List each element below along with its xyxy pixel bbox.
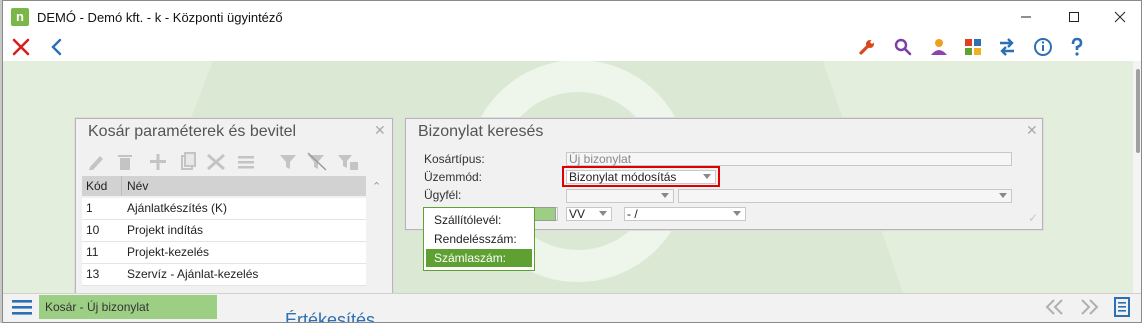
apps-grid-icon [965, 39, 981, 55]
chevron-down-icon [703, 174, 711, 179]
list-icon[interactable] [238, 156, 254, 169]
table-row[interactable]: 13 Szervíz - Ajánlat-kezelés [82, 264, 366, 286]
grid-scroll-up-icon[interactable]: ⌃ [372, 180, 381, 193]
row-code: 1 [86, 201, 93, 215]
workspace: Kosár paraméterek és bevitel ✕ Kód Név ⌃… [3, 61, 1133, 293]
basket-toolbar [88, 151, 368, 171]
clear-filter-icon[interactable] [307, 152, 327, 171]
close-button[interactable] [9, 35, 33, 59]
mode-select-value: Bizonylat módosítás [569, 170, 677, 184]
window-close-icon [1114, 11, 1126, 23]
apps-button[interactable] [961, 35, 985, 59]
number-type-dropdown: Szállítólevél: Rendelésszám: Számlaszám: [423, 207, 535, 271]
chevron-down-icon [733, 211, 741, 216]
app-logo: n [11, 8, 29, 26]
row-code: 10 [86, 223, 100, 237]
maximize-icon [1069, 12, 1079, 22]
column-code-header[interactable]: Kód [86, 179, 107, 193]
filter-icon[interactable] [280, 155, 296, 169]
search-panel-close-button[interactable]: ✕ [1026, 122, 1038, 139]
basket-panel: Kosár paraméterek és bevitel ✕ Kód Név ⌃… [75, 118, 393, 293]
toolbar [3, 33, 1141, 61]
basket-type-label: Kosártípus: [424, 152, 485, 166]
help-button[interactable] [1065, 35, 1089, 59]
period-select[interactable]: - / [624, 207, 746, 221]
close-icon [12, 38, 30, 56]
app-window: n DEMÓ - Demó kft. - k - Központi ügyint… [2, 0, 1142, 323]
year-select[interactable]: VV [566, 207, 612, 221]
window-title: DEMÓ - Demó kft. - k - Központi ügyintéz… [37, 9, 283, 25]
mode-label: Üzemmód: [424, 170, 483, 184]
back-button[interactable] [45, 35, 69, 59]
column-name-header[interactable]: Név [127, 179, 148, 193]
nav-last-button[interactable] [1077, 297, 1101, 322]
edit-icon[interactable] [89, 156, 103, 170]
scrollbar-thumb[interactable] [1136, 69, 1140, 153]
chevron-down-icon [661, 193, 669, 198]
status-bar: Kosár - Új bizonylat Értékesítés [3, 293, 1141, 323]
window-close-button[interactable] [1097, 1, 1141, 33]
row-name: Projekt indítás [127, 223, 204, 237]
table-row[interactable]: 1 Ajánlatkészítés (K) [82, 198, 366, 220]
document-icon [1114, 297, 1130, 317]
dropdown-option-invoice-number[interactable]: Számlaszám: [426, 249, 532, 267]
document-button[interactable] [1113, 297, 1131, 322]
delete-icon[interactable] [118, 155, 132, 170]
year-select-value: VV [569, 207, 586, 221]
search-button[interactable] [891, 35, 915, 59]
chevron-down-icon [999, 193, 1007, 198]
info-button[interactable] [1031, 35, 1055, 59]
menu-button[interactable] [11, 297, 33, 317]
minimize-icon [1021, 16, 1031, 18]
search-icon [894, 38, 912, 56]
chevron-down-icon [599, 211, 607, 216]
maximize-button[interactable] [1051, 1, 1097, 33]
back-icon [51, 38, 62, 56]
hamburger-menu-icon [12, 300, 32, 315]
filter-settings-icon[interactable] [338, 155, 358, 170]
copy-icon[interactable] [181, 152, 196, 170]
row-code: 13 [86, 267, 100, 281]
basket-panel-title: Kosár paraméterek és bevitel [88, 123, 297, 140]
settings-button[interactable] [855, 35, 879, 59]
wrench-icon [859, 40, 874, 55]
double-chevron-left-icon [1045, 299, 1063, 315]
basket-status-tab[interactable]: Kosár - Új bizonylat [39, 295, 217, 319]
info-icon [1034, 38, 1052, 56]
vertical-scrollbar[interactable] [1133, 61, 1141, 293]
table-row[interactable]: 11 Projekt-kezelés [82, 242, 366, 264]
background-section-title: Értékesítés [285, 310, 376, 323]
nav-first-button[interactable] [1043, 297, 1067, 322]
minimize-button[interactable] [1003, 1, 1049, 33]
basket-grid-header: Kód Név [82, 176, 366, 196]
tools-icon[interactable] [207, 153, 225, 171]
basket-type-field: Új bizonylat [566, 152, 1012, 166]
search-panel-title: Bizonylat keresés [418, 123, 544, 140]
double-chevron-right-icon [1081, 299, 1099, 315]
confirm-check-icon[interactable]: ✓ [1028, 211, 1038, 225]
transfer-icon [1000, 38, 1014, 56]
client-name-select[interactable] [678, 189, 1012, 203]
client-label: Ügyfél: [424, 188, 462, 202]
client-select[interactable] [566, 189, 674, 203]
table-row[interactable]: 10 Projekt indítás [82, 220, 366, 242]
row-name: Szervíz - Ajánlat-kezelés [127, 267, 259, 281]
user-button[interactable] [927, 35, 951, 59]
title-bar: n DEMÓ - Demó kft. - k - Központi ügyint… [3, 1, 1141, 33]
row-name: Projekt-kezelés [127, 245, 210, 259]
dropdown-option-delivery-note[interactable]: Szállítólevél: [426, 211, 532, 229]
row-code: 11 [86, 245, 99, 259]
row-name: Ajánlatkészítés (K) [127, 201, 228, 215]
period-select-value: - / [627, 207, 638, 221]
basket-panel-close-button[interactable]: ✕ [374, 122, 386, 139]
user-icon [931, 39, 947, 55]
add-icon[interactable] [150, 154, 166, 170]
dropdown-option-order-number[interactable]: Rendelésszám: [426, 230, 532, 248]
help-icon [1071, 37, 1083, 56]
mode-select[interactable]: Bizonylat módosítás [566, 170, 716, 184]
transfer-button[interactable] [995, 35, 1019, 59]
